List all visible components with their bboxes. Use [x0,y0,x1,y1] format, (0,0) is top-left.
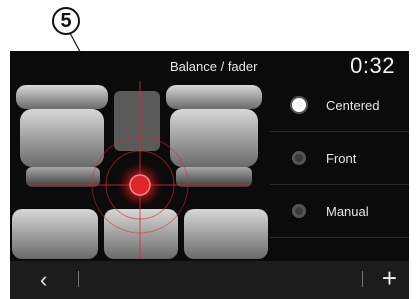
bottom-bar: ‹ + [10,261,409,299]
chevron-left-icon[interactable]: ‹ [40,267,47,293]
balance-options-list: Centered Front Manual [270,79,409,259]
clock: 0:32 [350,53,395,78]
option-label: Centered [326,97,380,113]
head-unit-screen: Balance / fader 0:32 Centered Front Manu… [10,51,409,299]
callout-number: 5 [52,7,80,35]
divider [78,271,79,287]
option-label: Manual [326,203,369,219]
front-right-seat [166,85,262,187]
radio-unselected-icon [292,151,306,165]
option-label: Front [326,150,357,166]
car-seats-illustration [12,81,268,259]
seat-diagram[interactable] [10,81,270,259]
option-centered[interactable]: Centered [270,79,409,132]
plus-icon[interactable]: + [382,263,397,294]
sound-focus-target-icon[interactable] [91,136,189,234]
radio-selected-icon [292,98,306,112]
option-front[interactable]: Front [270,132,409,185]
page-title: Balance / fader [170,59,258,74]
option-manual[interactable]: Manual [270,185,409,238]
radio-unselected-icon [292,204,306,218]
divider [362,271,363,287]
